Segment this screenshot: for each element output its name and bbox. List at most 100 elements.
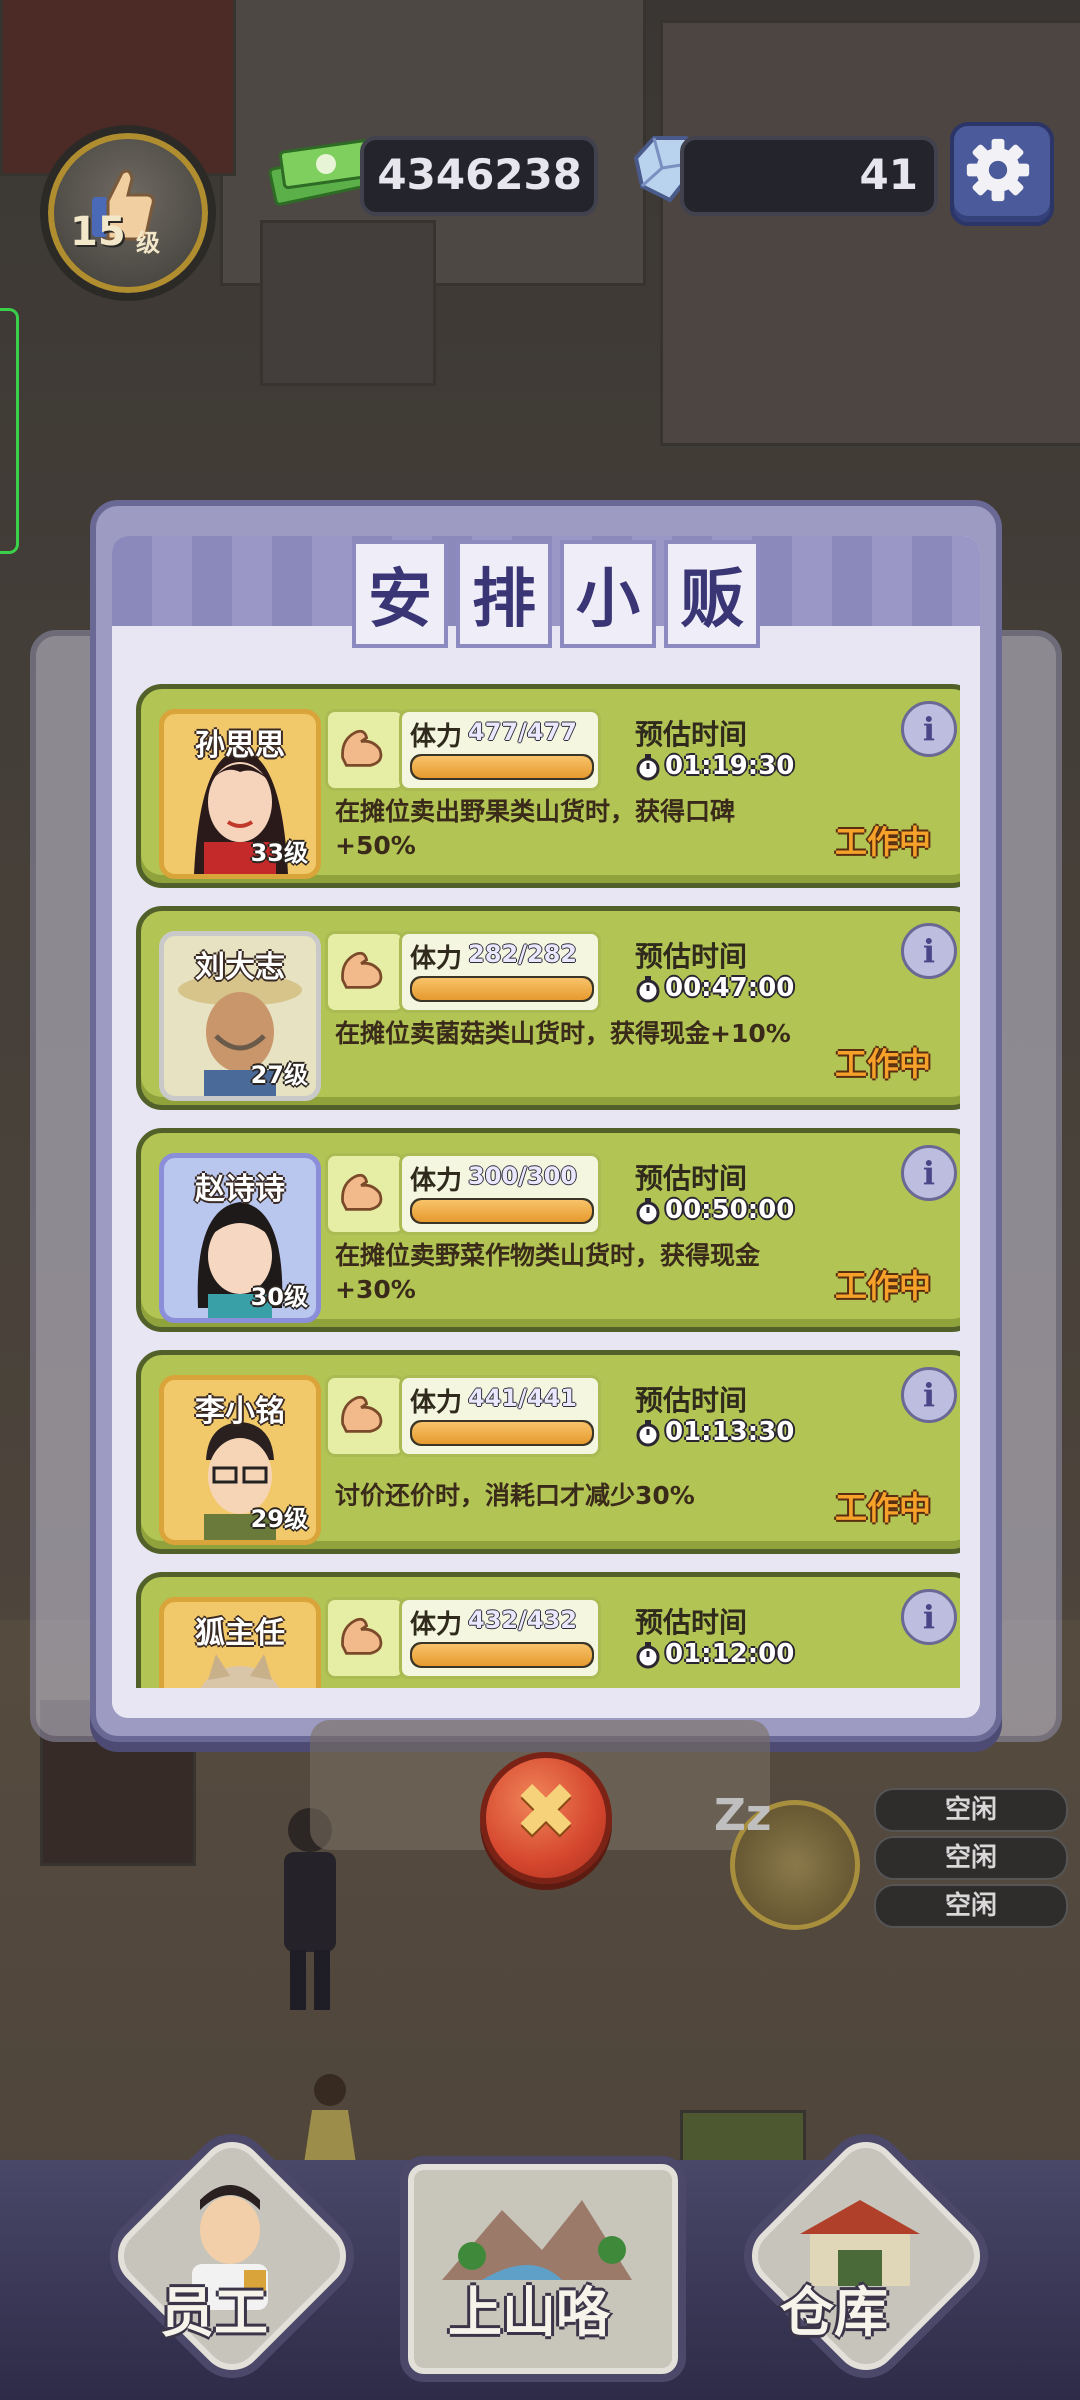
money-counter: 4346238 (360, 136, 598, 216)
estimated-time-value: 00:50:00 (665, 1195, 795, 1225)
stopwatch-icon (636, 1420, 660, 1447)
list-bottom-edge (112, 1700, 980, 1718)
vendor-name: 狐主任 (195, 1616, 285, 1651)
flexed-arm-icon (341, 951, 383, 989)
vendor-card[interactable]: 孙思思 33级 体力 477/477 预估时间 01:19:30 在摊位卖出野果… (136, 684, 960, 888)
stamina-label: 体力 (410, 722, 463, 752)
info-icon: i (922, 1376, 936, 1414)
estimated-time-label: 预估时间 (635, 1384, 748, 1417)
stamina-bar (410, 976, 594, 1002)
stopwatch-icon (636, 1642, 660, 1669)
flexed-arm-icon (341, 1617, 383, 1655)
level-unit: 级 (136, 229, 160, 257)
estimated-time-value: 01:19:30 (665, 751, 795, 781)
estimated-time-value: 00:47:00 (665, 973, 795, 1003)
vendor-name: 孙思思 (195, 728, 285, 763)
info-button[interactable]: i (901, 1145, 957, 1201)
top-hud: 15 级 4346238 41 (0, 0, 1080, 301)
stamina-bar (410, 754, 594, 780)
vendor-portrait: 孙思思 33级 (159, 709, 321, 879)
stamina-bar-fill (412, 1644, 592, 1666)
side-tab[interactable] (0, 308, 19, 554)
vendor-status: 工作中 (834, 823, 931, 861)
stamina-icon-box (325, 931, 405, 1013)
stamina-icon-box (325, 1375, 405, 1457)
stamina-value: 282/282 (468, 940, 577, 968)
gear-icon (966, 138, 1030, 202)
idle-status-chip: 空闲 (874, 1884, 1068, 1928)
stamina-box: 体力 300/300 (399, 1153, 601, 1235)
info-icon: i (922, 932, 936, 970)
vendor-level: 30级 (250, 1283, 308, 1311)
dialog-body: 安 排 小 贩 孙思思 33级 体力 477/477 预估时间 01:19:30… (112, 536, 980, 1718)
vendor-name: 李小铭 (195, 1394, 285, 1429)
info-icon: i (922, 710, 936, 748)
vendor-name: 赵诗诗 (195, 1172, 285, 1207)
stamina-box: 体力 477/477 (399, 709, 601, 791)
vendor-portrait: 李小铭 29级 (159, 1375, 321, 1545)
vendor-card[interactable]: 狐主任 体力 432/432 预估时间 01:12:00 i (136, 1572, 960, 1688)
vendor-status: 工作中 (834, 1267, 931, 1305)
idle-status-chip: 空闲 (874, 1788, 1068, 1832)
stamina-bar-fill (412, 756, 592, 778)
info-button[interactable]: i (901, 1589, 957, 1645)
title-char: 贩 (664, 540, 760, 648)
stopwatch-icon (636, 1198, 660, 1225)
vendor-skill-description: 讨价还价时，消耗口才减少30% (335, 1481, 695, 1510)
vendor-level: 27级 (250, 1061, 308, 1089)
stamina-value: 432/432 (468, 1606, 577, 1634)
stamina-label: 体力 (410, 1610, 463, 1640)
title-char: 排 (456, 540, 552, 648)
estimated-time-label: 预估时间 (635, 1606, 748, 1639)
gem-value: 41 (859, 150, 918, 199)
vendor-list[interactable]: 孙思思 33级 体力 477/477 预估时间 01:19:30 在摊位卖出野果… (136, 684, 960, 1688)
stamina-bar-fill (412, 1422, 592, 1444)
estimated-time-label: 预估时间 (635, 1162, 748, 1195)
stamina-value: 441/441 (468, 1384, 577, 1412)
stamina-label: 体力 (410, 1388, 463, 1418)
info-icon: i (922, 1598, 936, 1636)
nav-mountain-label: 上山咯 (448, 2281, 610, 2344)
title-char: 安 (352, 540, 448, 648)
vendor-card[interactable]: 刘大志 27级 体力 282/282 预估时间 00:47:00 在摊位卖菌菇类… (136, 906, 960, 1110)
vendor-name: 刘大志 (195, 950, 285, 985)
stopwatch-icon (636, 754, 660, 781)
info-button[interactable]: i (901, 1367, 957, 1423)
stamina-bar (410, 1642, 594, 1668)
vendor-status: 工作中 (834, 1489, 931, 1527)
stopwatch-icon (636, 976, 660, 1003)
vendor-card[interactable]: 赵诗诗 30级 体力 300/300 预估时间 00:50:00 在摊位卖野菜作… (136, 1128, 960, 1332)
stamina-value: 300/300 (468, 1162, 577, 1190)
close-icon: ✖ (514, 1766, 578, 1855)
stamina-label: 体力 (410, 1166, 463, 1196)
estimated-time-label: 预估时间 (635, 940, 748, 973)
estimated-time-value: 01:12:00 (665, 1639, 795, 1669)
title-char: 小 (560, 540, 656, 648)
settings-button[interactable] (950, 122, 1054, 226)
vendor-skill-description: 在摊位卖菌菇类山货时，获得现金+10% (335, 1019, 791, 1048)
vendor-portrait: 狐主任 (159, 1597, 321, 1688)
vendor-portrait: 刘大志 27级 (159, 931, 321, 1101)
close-button[interactable]: ✖ (480, 1752, 612, 1884)
info-button[interactable]: i (901, 923, 957, 979)
estimated-time-value: 01:13:30 (665, 1417, 795, 1447)
stamina-bar-fill (412, 1200, 592, 1222)
stamina-icon-box (325, 1597, 405, 1679)
level-badge[interactable]: 15 级 (40, 125, 216, 301)
stamina-icon-box (325, 1153, 405, 1235)
level-number: 15 (70, 209, 126, 255)
nav-warehouse-label: 仓库 (780, 2281, 888, 2344)
flexed-arm-icon (341, 729, 383, 767)
stamina-value: 477/477 (468, 718, 577, 746)
stamina-box: 体力 282/282 (399, 931, 601, 1013)
info-button[interactable]: i (901, 701, 957, 757)
vendor-skill-description: 在摊位卖野菜作物类山货时，获得现金+30% (335, 1241, 761, 1304)
estimated-time-label: 预估时间 (635, 718, 748, 751)
vendor-card[interactable]: 李小铭 29级 体力 441/441 预估时间 01:13:30 讨价还价时，消… (136, 1350, 960, 1554)
flexed-arm-icon (341, 1395, 383, 1433)
vendor-level: 29级 (250, 1505, 308, 1533)
vendor-portrait: 赵诗诗 30级 (159, 1153, 321, 1323)
stamina-label: 体力 (410, 944, 463, 974)
stamina-icon-box (325, 709, 405, 791)
sleep-icon: Zz (714, 1790, 772, 1841)
